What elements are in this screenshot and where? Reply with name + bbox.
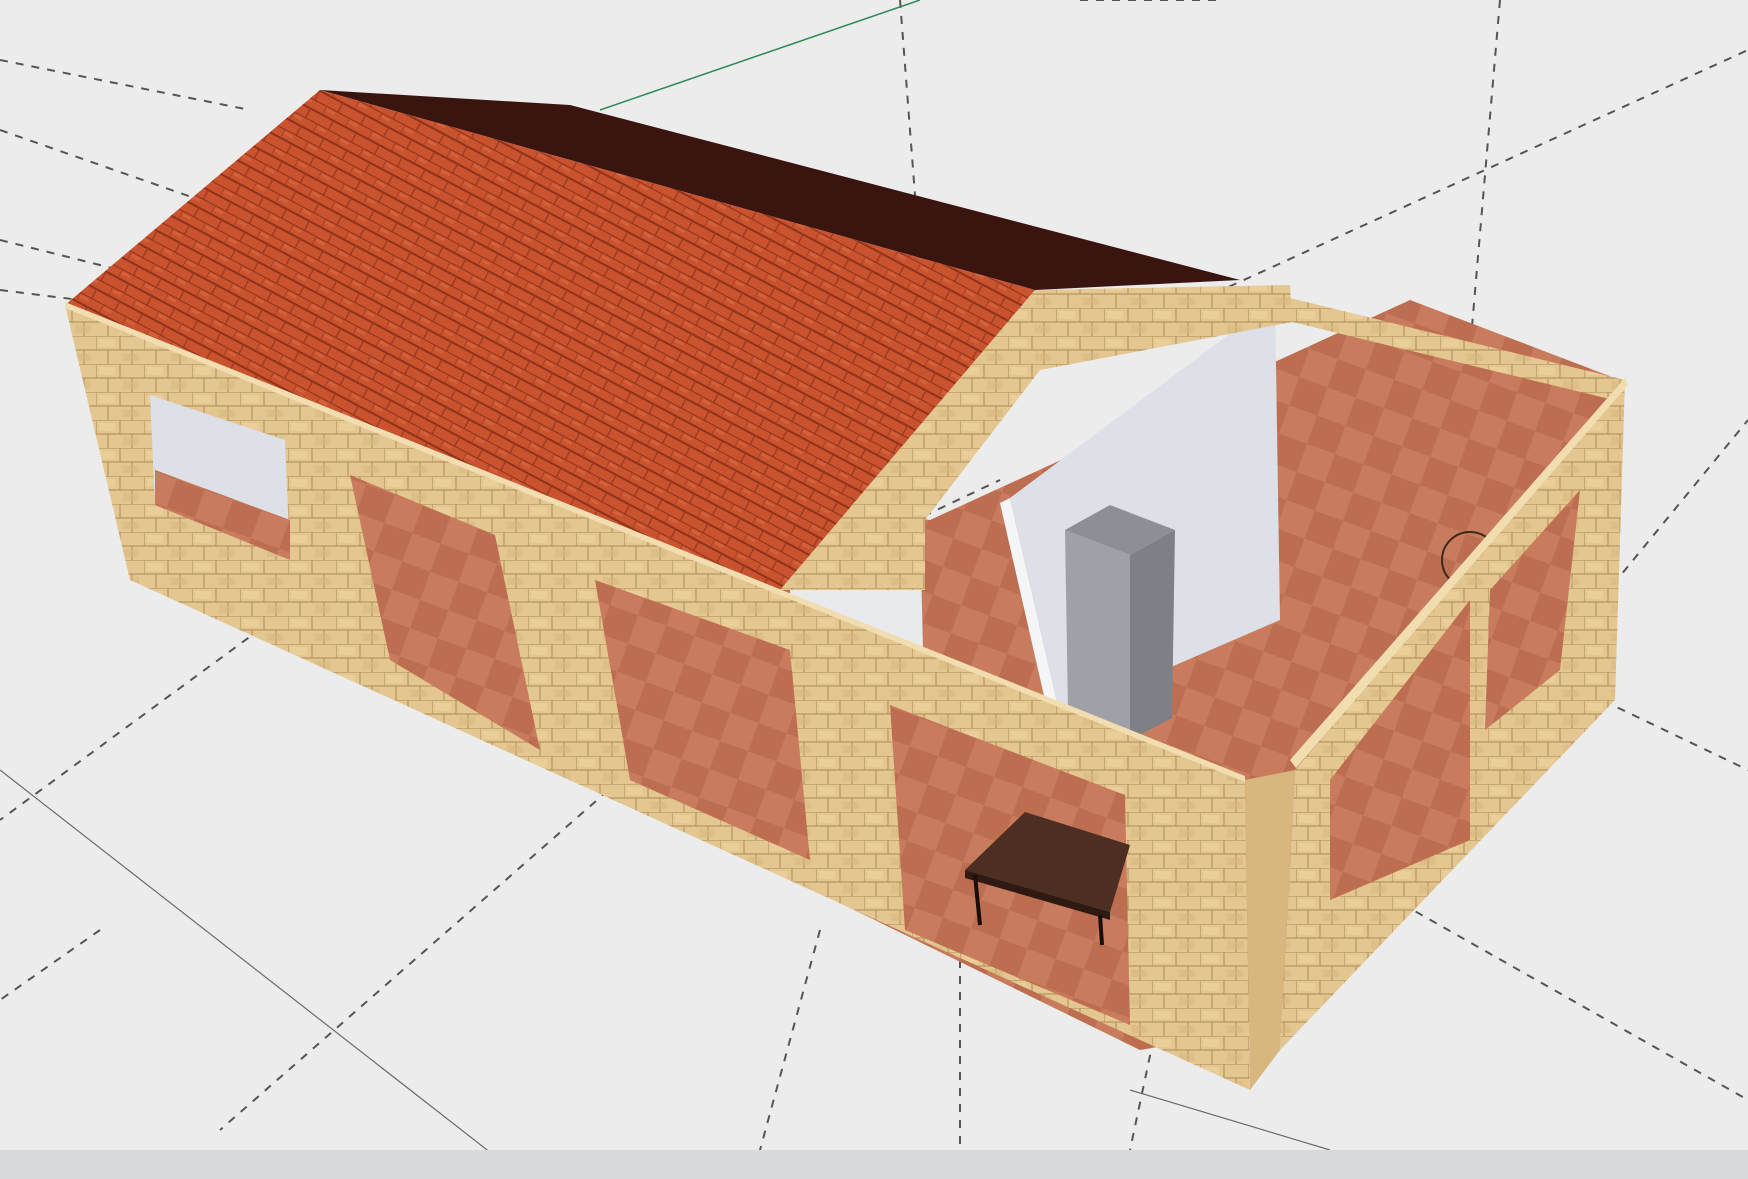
- monitor-bezel: [0, 1150, 1748, 1179]
- table-leg: [1098, 914, 1104, 946]
- refrigerator[interactable]: [1065, 505, 1175, 740]
- 3d-model-viewport[interactable]: [0, 0, 1748, 1179]
- refrigerator-side: [1130, 530, 1175, 740]
